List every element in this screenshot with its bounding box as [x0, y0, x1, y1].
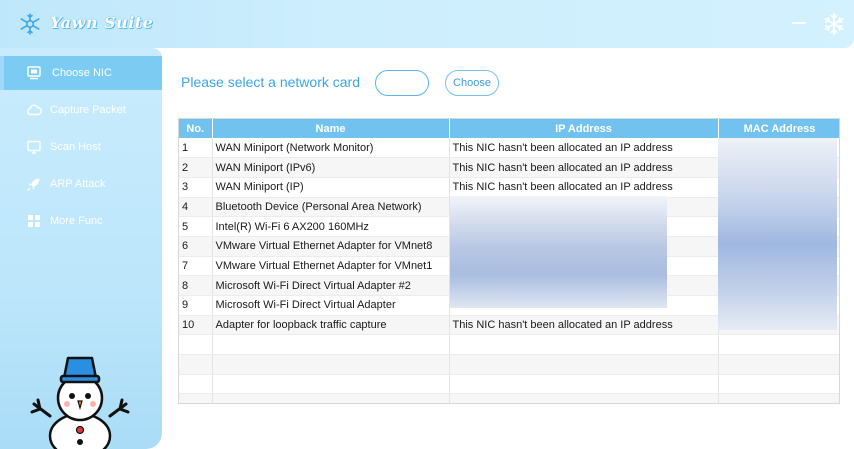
sidebar-item-label: Scan Host: [50, 141, 101, 153]
sidebar: Choose NIC Capture Packet Scan Host ARP …: [0, 48, 162, 449]
cell-mac: [718, 334, 839, 356]
table-row[interactable]: [179, 374, 839, 395]
cell-no: 10: [179, 315, 213, 336]
cell-no: [179, 393, 213, 403]
cell-no: 2: [179, 157, 213, 178]
cell-ip: This NIC hasn't been allocated an IP add…: [449, 315, 719, 336]
column-header-mac[interactable]: MAC Address: [718, 119, 839, 138]
cell-name: VMware Virtual Ethernet Adapter for VMne…: [212, 236, 450, 257]
cell-ip: [449, 334, 719, 356]
cell-ip: [449, 374, 719, 395]
cell-name: VMware Virtual Ethernet Adapter for VMne…: [212, 256, 450, 277]
cell-name: Adapter for loopback traffic capture: [212, 315, 450, 336]
screen-icon: [27, 140, 41, 154]
sidebar-item-label: Capture Packet: [50, 104, 126, 116]
cell-name: Microsoft Wi-Fi Direct Virtual Adapter: [212, 295, 450, 316]
grid-icon: [28, 215, 40, 227]
cell-no: 7: [179, 256, 213, 277]
cell-name: WAN Miniport (Network Monitor): [212, 138, 450, 159]
cell-no: 8: [179, 275, 213, 296]
app-window: Yawn Suite Choose NIC Capture Packet Sca…: [0, 0, 854, 449]
cell-mac: [718, 393, 839, 403]
cell-name: Bluetooth Device (Personal Area Network): [212, 197, 450, 218]
cell-ip: [449, 354, 719, 375]
cell-no: 5: [179, 216, 213, 237]
cell-no: [179, 354, 213, 375]
snowflake-logo-icon: [20, 13, 40, 35]
cell-ip: This NIC hasn't been allocated an IP add…: [449, 138, 719, 159]
cell-name: [212, 334, 450, 356]
cell-ip: This NIC hasn't been allocated an IP add…: [449, 157, 719, 178]
sidebar-item-choose-nic[interactable]: Choose NIC: [0, 56, 162, 90]
minimize-button[interactable]: [790, 14, 810, 34]
cell-ip: [449, 393, 719, 403]
cell-name: WAN Miniport (IP): [212, 177, 450, 198]
sidebar-item-capture-packet[interactable]: Capture Packet: [0, 93, 162, 127]
snowflake-theme-icon[interactable]: [822, 12, 846, 36]
app-title: Yawn Suite: [50, 13, 154, 32]
cell-name: WAN Miniport (IPv6): [212, 157, 450, 178]
choose-button[interactable]: Choose: [445, 70, 499, 96]
sidebar-item-label: ARP Attack: [50, 178, 106, 190]
cell-no: 9: [179, 295, 213, 316]
cell-mac: [718, 374, 839, 395]
cell-no: 1: [179, 138, 213, 159]
cell-no: [179, 334, 213, 356]
cell-no: [179, 374, 213, 395]
cell-name: [212, 354, 450, 375]
sidebar-item-scan-host[interactable]: Scan Host: [0, 130, 162, 164]
column-header-ip[interactable]: IP Address: [449, 119, 719, 138]
redacted-mac-area: [718, 138, 837, 330]
snowman-mascot-icon: [30, 356, 130, 449]
column-header-name[interactable]: Name: [212, 119, 450, 138]
cell-name: [212, 393, 450, 403]
table-row[interactable]: [179, 354, 839, 375]
sidebar-item-label: More Func: [50, 215, 103, 227]
table-row[interactable]: [179, 393, 839, 403]
cell-no: 3: [179, 177, 213, 198]
redacted-ip-area: [450, 196, 667, 308]
cell-no: 4: [179, 197, 213, 218]
cell-name: Intel(R) Wi-Fi 6 AX200 160MHz: [212, 216, 450, 237]
cell-mac: [718, 354, 839, 375]
table-header-row: No. Name IP Address MAC Address: [179, 119, 839, 138]
cloud-icon: [27, 104, 42, 116]
active-indicator: [0, 56, 4, 90]
cell-name: [212, 374, 450, 395]
column-header-no[interactable]: No.: [179, 119, 213, 138]
cell-ip: This NIC hasn't been allocated an IP add…: [449, 177, 719, 198]
rocket-icon: [27, 178, 40, 191]
monitor-icon: [27, 66, 41, 80]
title-bar: Yawn Suite: [0, 0, 854, 48]
sidebar-item-arp-attack[interactable]: ARP Attack: [0, 167, 162, 201]
select-nic-prompt: Please select a network card: [181, 74, 360, 90]
nic-input[interactable]: [375, 70, 429, 96]
table-row[interactable]: [179, 334, 839, 356]
cell-no: 6: [179, 236, 213, 257]
sidebar-item-label: Choose NIC: [52, 67, 112, 79]
sidebar-item-more-func[interactable]: More Func: [0, 204, 162, 238]
cell-name: Microsoft Wi-Fi Direct Virtual Adapter #…: [212, 275, 450, 296]
